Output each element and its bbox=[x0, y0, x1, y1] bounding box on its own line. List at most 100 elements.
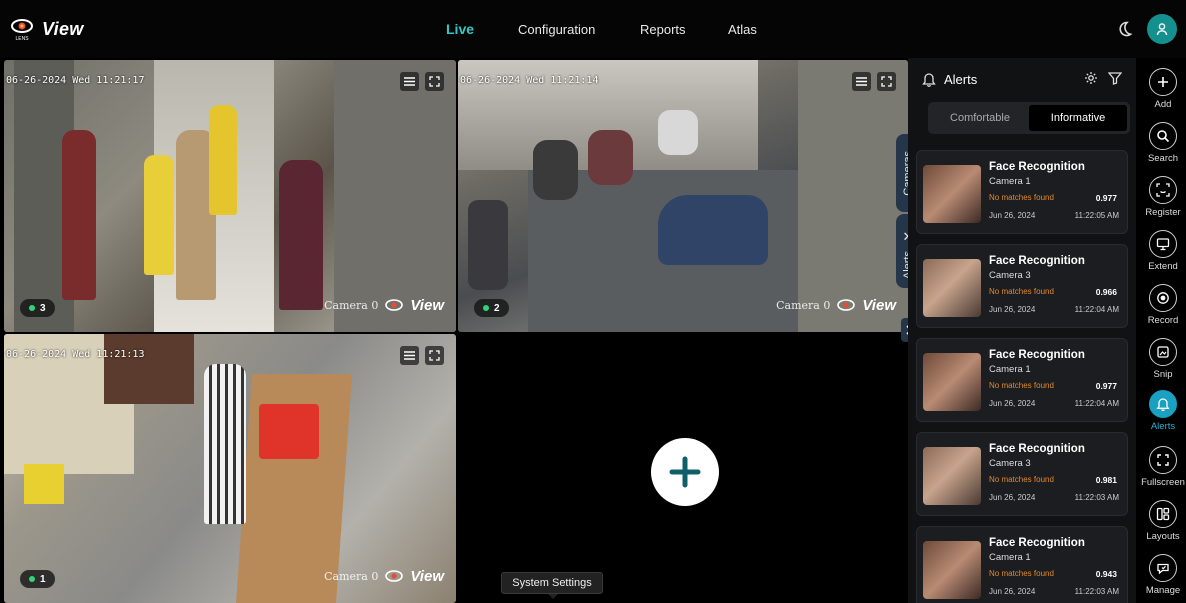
alert-type: Face Recognition bbox=[989, 537, 1085, 549]
moon-icon[interactable] bbox=[1115, 20, 1133, 38]
alert-date: Jun 26, 2024 bbox=[989, 211, 1036, 220]
nav-reports[interactable]: Reports bbox=[640, 0, 686, 58]
filter-icon[interactable] bbox=[1108, 71, 1122, 85]
person-figure bbox=[144, 155, 174, 275]
menu-icon[interactable] bbox=[852, 72, 871, 91]
tool-alerts[interactable]: Alerts bbox=[1138, 390, 1186, 432]
scooter bbox=[588, 130, 633, 185]
alert-camera: Camera 3 bbox=[989, 270, 1031, 281]
tool-manage[interactable]: Manage bbox=[1138, 554, 1186, 596]
snip-icon bbox=[1149, 338, 1177, 366]
camera-tile-1[interactable]: 06-26-2024 Wed 11:21:13 1 Camera 0 View bbox=[4, 334, 456, 603]
expand-icon[interactable] bbox=[425, 72, 444, 91]
expand-icon[interactable] bbox=[425, 346, 444, 365]
yellow-chair bbox=[24, 464, 64, 504]
watermark-brand: View bbox=[410, 297, 444, 314]
tool-record[interactable]: Record bbox=[1138, 284, 1186, 326]
alert-status: No matches found bbox=[989, 569, 1054, 578]
view-comfortable[interactable]: Comfortable bbox=[931, 105, 1029, 131]
nav-atlas[interactable]: Atlas bbox=[728, 0, 757, 58]
alert-time: 11:22:05 AM bbox=[1074, 211, 1119, 220]
menu-icon[interactable] bbox=[400, 346, 419, 365]
add-camera-button[interactable] bbox=[651, 438, 719, 506]
face-thumbnail bbox=[923, 541, 981, 599]
elevator-door bbox=[334, 60, 456, 332]
tool-search-label: Search bbox=[1147, 153, 1179, 164]
layouts-icon bbox=[1149, 500, 1177, 528]
lens-logo-icon bbox=[385, 569, 404, 582]
menu-icon[interactable] bbox=[400, 72, 419, 91]
right-toolbar: Add Search Register Extend Record Snip A… bbox=[1138, 58, 1186, 603]
alert-camera: Camera 1 bbox=[989, 176, 1031, 187]
scooter bbox=[533, 140, 578, 200]
top-bar: LENS View Live Configuration Reports Atl… bbox=[0, 0, 1186, 58]
camera-timestamp: 06-26-2024 Wed 11:21:14 bbox=[460, 75, 599, 86]
tool-register[interactable]: Register bbox=[1138, 176, 1186, 218]
alert-status: No matches found bbox=[989, 475, 1054, 484]
alert-card[interactable]: Face Recognition Camera 1 No matches fou… bbox=[916, 150, 1128, 234]
alert-type: Face Recognition bbox=[989, 161, 1085, 173]
camera-timestamp: 06-26-2024 Wed 11:21:17 bbox=[6, 75, 145, 86]
plus-icon bbox=[669, 456, 701, 488]
alert-score: 0.977 bbox=[1095, 381, 1117, 391]
nav-live[interactable]: Live bbox=[446, 0, 474, 58]
alert-status: No matches found bbox=[989, 381, 1054, 390]
record-icon bbox=[1149, 284, 1177, 312]
tool-record-label: Record bbox=[1147, 315, 1179, 326]
view-informative[interactable]: Informative bbox=[1029, 105, 1127, 131]
watermark-brand: View bbox=[862, 297, 896, 314]
face-thumbnail bbox=[923, 447, 981, 505]
alert-card[interactable]: Face Recognition Camera 3 No matches fou… bbox=[916, 432, 1128, 516]
tile-controls bbox=[852, 72, 896, 91]
alert-status: No matches found bbox=[989, 287, 1054, 296]
user-avatar[interactable] bbox=[1147, 14, 1177, 44]
person-figure bbox=[209, 105, 237, 215]
tool-register-label: Register bbox=[1145, 207, 1181, 218]
alert-score: 0.966 bbox=[1095, 287, 1117, 297]
tool-search[interactable]: Search bbox=[1138, 122, 1186, 164]
person-figure bbox=[279, 160, 323, 310]
scooter bbox=[468, 200, 508, 290]
bell-icon bbox=[1149, 390, 1177, 418]
scooter bbox=[658, 195, 768, 265]
nav-configuration[interactable]: Configuration bbox=[518, 0, 595, 58]
watermark-camera-label: Camera 0 bbox=[324, 570, 379, 583]
lens-logo-icon bbox=[385, 298, 404, 311]
live-dot-icon bbox=[29, 576, 35, 582]
manage-icon bbox=[1149, 554, 1177, 582]
alert-card[interactable]: Face Recognition Camera 3 No matches fou… bbox=[916, 244, 1128, 328]
lens-logo-icon: LENS bbox=[11, 19, 33, 42]
alert-time: 11:22:03 AM bbox=[1074, 493, 1119, 502]
face-scan-icon bbox=[1149, 176, 1177, 204]
tool-fullscreen-label: Fullscreen bbox=[1141, 477, 1185, 488]
tool-snip[interactable]: Snip bbox=[1138, 338, 1186, 380]
live-dot-icon bbox=[29, 305, 35, 311]
alert-list: Face Recognition Camera 1 No matches fou… bbox=[916, 150, 1128, 603]
tool-extend[interactable]: Extend bbox=[1138, 230, 1186, 272]
tool-layouts[interactable]: Layouts bbox=[1138, 500, 1186, 542]
alert-time: 11:22:04 AM bbox=[1074, 305, 1119, 314]
scooter bbox=[658, 110, 698, 155]
tool-snip-label: Snip bbox=[1153, 369, 1173, 380]
live-dot-icon bbox=[483, 305, 489, 311]
alert-date: Jun 26, 2024 bbox=[989, 587, 1036, 596]
building-wall bbox=[798, 60, 908, 332]
camera-tile-3[interactable]: 06-26-2024 Wed 11:21:17 3 Camera 0 View bbox=[4, 60, 456, 332]
plus-icon bbox=[1149, 68, 1177, 96]
alert-date: Jun 26, 2024 bbox=[989, 305, 1036, 314]
counter bbox=[104, 334, 194, 404]
tool-add[interactable]: Add bbox=[1138, 68, 1186, 110]
tile-controls bbox=[400, 72, 444, 91]
person-figure bbox=[204, 364, 246, 524]
app-title: View bbox=[42, 18, 84, 39]
app-logo[interactable]: LENS View bbox=[10, 16, 84, 42]
alerts-tools bbox=[1084, 71, 1122, 85]
tool-fullscreen[interactable]: Fullscreen bbox=[1138, 446, 1186, 488]
fullscreen-icon bbox=[1149, 446, 1177, 474]
alert-card[interactable]: Face Recognition Camera 1 No matches fou… bbox=[916, 338, 1128, 422]
expand-icon[interactable] bbox=[877, 72, 896, 91]
watermark-camera-label: Camera 0 bbox=[776, 299, 831, 312]
camera-tile-2[interactable]: 06-26-2024 Wed 11:21:14 2 Camera 0 View bbox=[458, 60, 908, 332]
gear-icon[interactable] bbox=[1084, 71, 1098, 85]
alert-card[interactable]: Face Recognition Camera 1 No matches fou… bbox=[916, 526, 1128, 603]
